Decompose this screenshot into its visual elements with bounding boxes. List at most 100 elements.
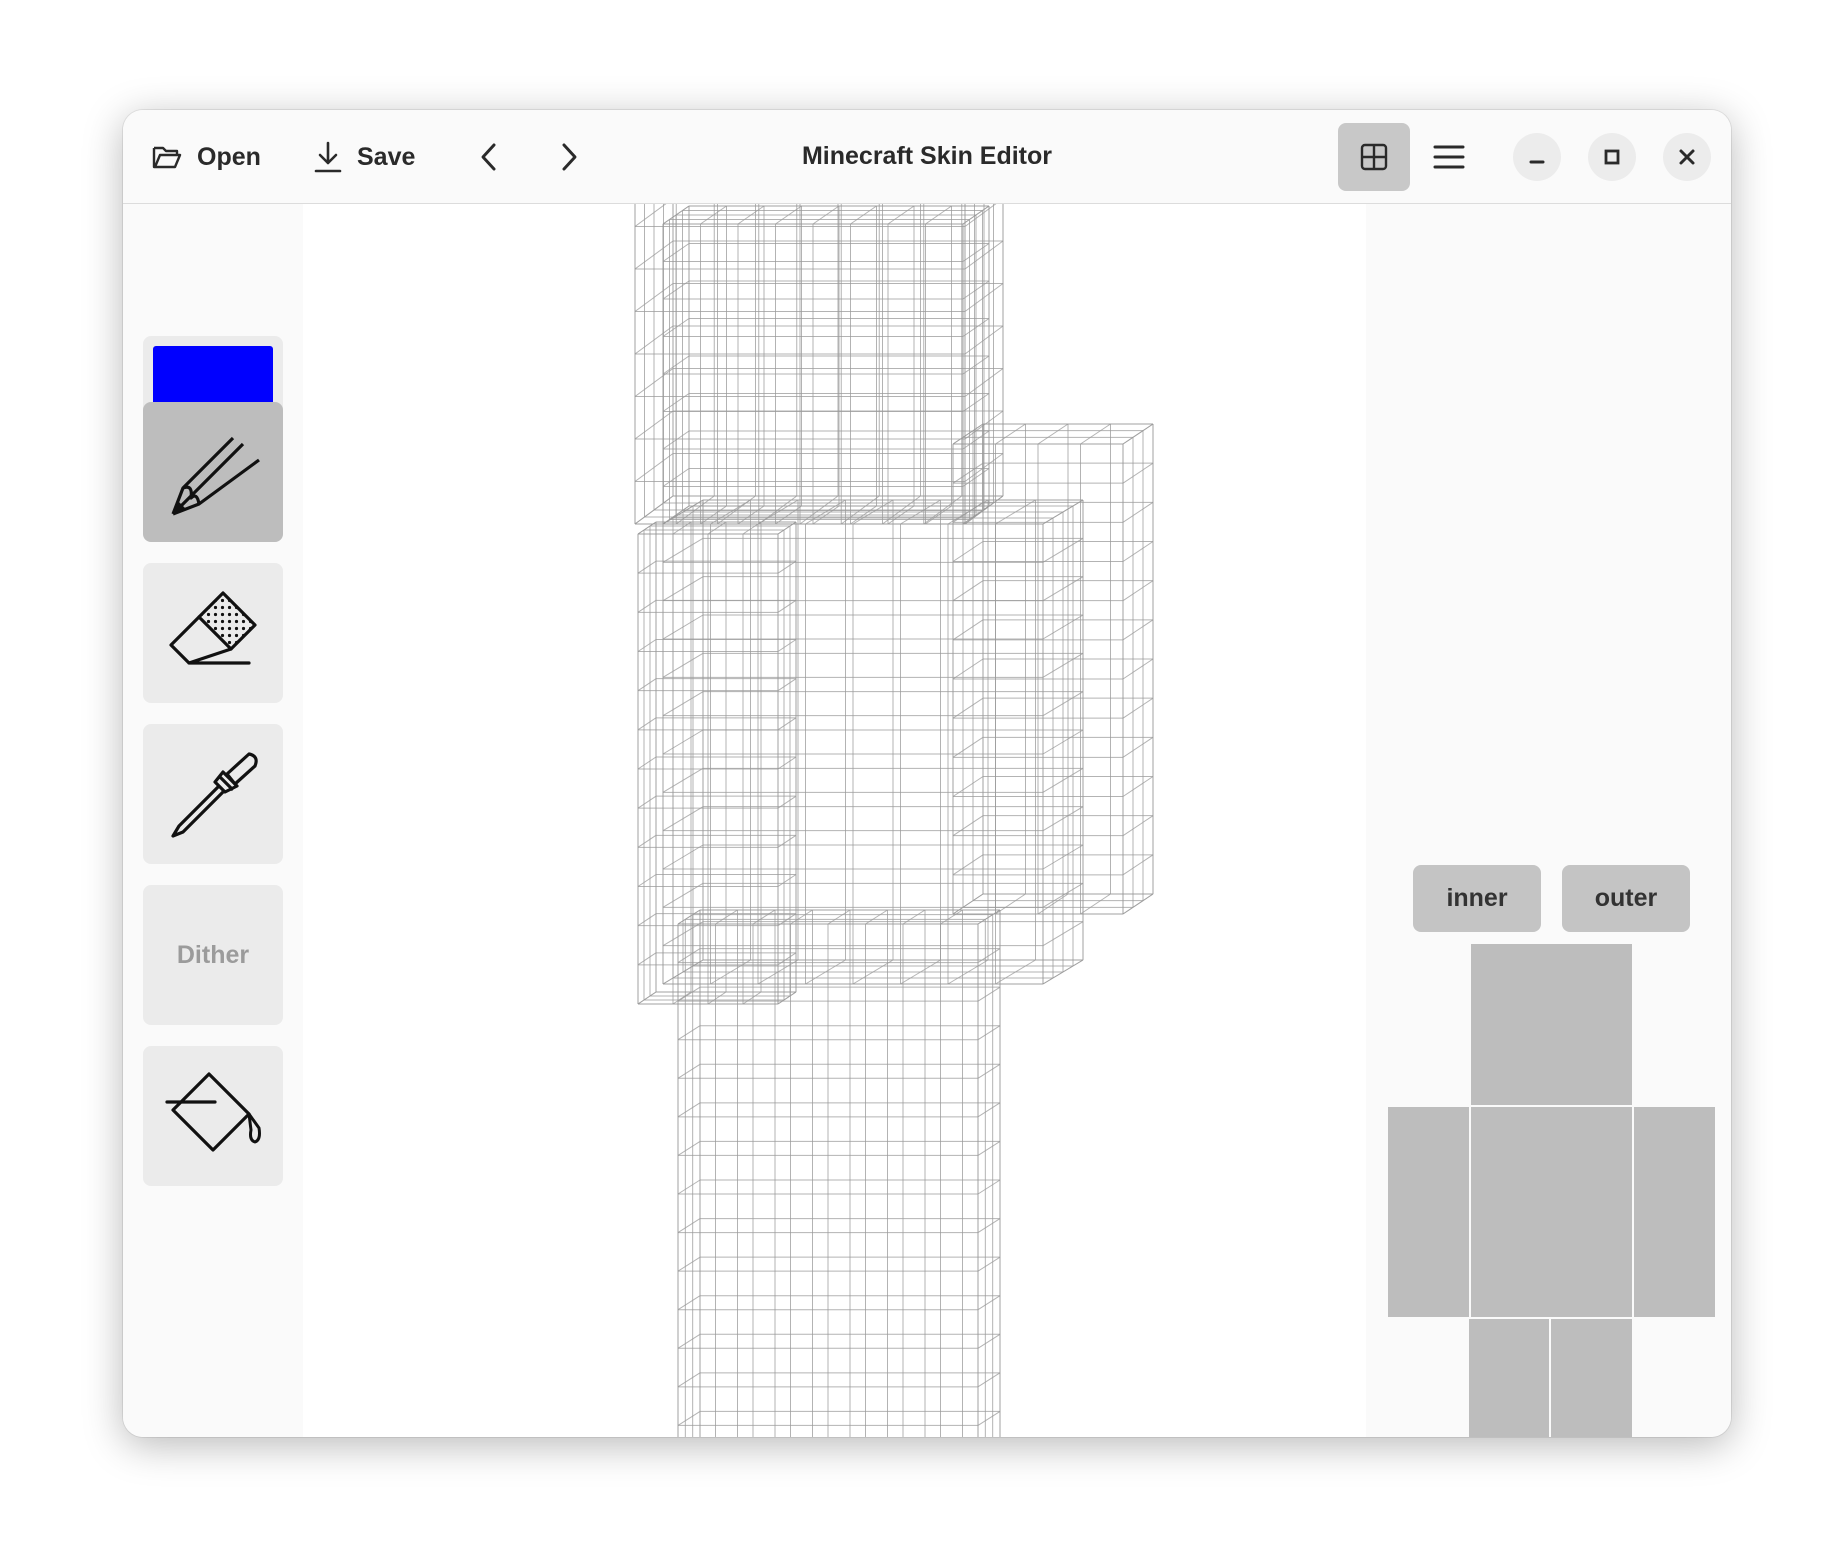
undo-button[interactable] [468, 136, 510, 178]
wire-line [977, 1025, 1001, 1041]
wire-line [1122, 697, 1154, 719]
wire-line [977, 1333, 1001, 1349]
wire-line [637, 756, 657, 770]
wire-line [777, 756, 797, 770]
wire-line [952, 815, 984, 837]
body-part-left-leg[interactable] [1551, 1319, 1632, 1437]
close-icon [1679, 149, 1695, 165]
wire-line [742, 991, 762, 1005]
save-button[interactable]: Save [313, 136, 415, 178]
menu-button[interactable] [1423, 133, 1475, 181]
wire-line [637, 678, 657, 692]
body-part-left-arm[interactable] [1634, 1107, 1715, 1317]
wire-line [977, 1411, 1001, 1426]
wire-line [677, 1102, 701, 1118]
hamburger-menu-icon [1433, 145, 1465, 169]
wire-line [677, 909, 701, 925]
outer-layer-label: outer [1594, 884, 1658, 912]
wire-line [977, 1179, 1001, 1195]
wire-line [677, 1411, 701, 1426]
pencil-icon [171, 436, 260, 516]
wire-line [672, 991, 692, 1005]
wire-line [977, 1218, 1001, 1233]
outer-layer-button[interactable]: outer [1562, 865, 1690, 932]
wire-line [952, 893, 984, 915]
folder-open-icon [152, 146, 182, 169]
wire-line [677, 948, 701, 963]
wire-line [1122, 462, 1154, 484]
wire-line [1122, 658, 1154, 680]
wire-line [637, 560, 657, 574]
wire-line [1122, 893, 1154, 915]
wire-line [977, 1102, 1001, 1118]
wire-line [952, 541, 984, 562]
3d-viewport[interactable] [303, 204, 1366, 1437]
wire-line [677, 1372, 701, 1388]
inner-layer-label: inner [1446, 884, 1508, 912]
fill-tool-button[interactable] [143, 1046, 283, 1186]
minimize-icon [1529, 160, 1545, 164]
wire-line [677, 986, 701, 1002]
eraser-tool-button[interactable] [143, 563, 283, 703]
grid-view-icon [1360, 143, 1388, 171]
wire-line [707, 991, 727, 1005]
wire-line [637, 991, 657, 1005]
chevron-left-icon [481, 143, 496, 171]
wire-line [677, 1025, 701, 1041]
maximize-button[interactable] [1588, 133, 1636, 181]
wire-line [977, 1372, 1001, 1388]
body-part-torso[interactable] [1471, 1107, 1632, 1317]
wire-line [977, 986, 1001, 1002]
close-button[interactable] [1663, 133, 1711, 181]
pencil-tool-button[interactable] [143, 402, 283, 542]
wire-line [637, 599, 657, 613]
body-part-right-leg[interactable] [1469, 1319, 1549, 1437]
wire-line [637, 639, 657, 652]
wire-line [952, 658, 984, 680]
wire-line [1122, 776, 1154, 797]
eraser-icon [169, 591, 257, 665]
inner-layer-button[interactable]: inner [1413, 865, 1541, 932]
wire-line [1122, 854, 1154, 876]
wire-line [952, 776, 984, 797]
wire-line [777, 678, 797, 692]
wire-line [995, 423, 1026, 445]
wire-line [637, 952, 657, 966]
wire-line [677, 1256, 701, 1272]
wire-line [637, 795, 657, 809]
wire-line [952, 462, 984, 484]
redo-button[interactable] [548, 136, 590, 178]
wire-line [677, 1218, 701, 1233]
wire-line [777, 560, 797, 574]
wire-line [677, 1063, 701, 1079]
wire-line [1122, 815, 1154, 837]
app-window: Open Save Minecraft Skin Editor Dither i… [123, 110, 1731, 1437]
wire-line [977, 1256, 1001, 1272]
view-toggle-button[interactable] [1338, 123, 1410, 191]
wire-line [777, 834, 797, 848]
wire-line [1122, 619, 1154, 641]
wire-line [1122, 501, 1154, 523]
wire-line [777, 599, 797, 613]
wire-line [977, 1141, 1001, 1156]
wire-line [1122, 736, 1154, 758]
open-button[interactable]: Open [151, 136, 261, 178]
body-part-head[interactable] [1471, 944, 1632, 1105]
maximize-icon [1604, 149, 1620, 165]
wire-line [777, 991, 797, 1005]
download-icon [314, 141, 342, 173]
wire-line [952, 854, 984, 876]
wire-line [637, 834, 657, 848]
eyedropper-tool-button[interactable] [143, 724, 283, 864]
wire-line [677, 1333, 701, 1349]
wire-line [777, 874, 797, 887]
wire-line [977, 1063, 1001, 1079]
body-part-right-arm[interactable] [1388, 1107, 1469, 1317]
skin-wireframe-model[interactable] [303, 204, 1366, 1437]
wire-line [677, 1179, 701, 1195]
minimize-button[interactable] [1513, 133, 1561, 181]
wire-line [1122, 541, 1154, 562]
dither-tool-button[interactable]: Dither [143, 885, 283, 1025]
wire-line [1122, 423, 1154, 445]
wire-line [637, 913, 657, 927]
